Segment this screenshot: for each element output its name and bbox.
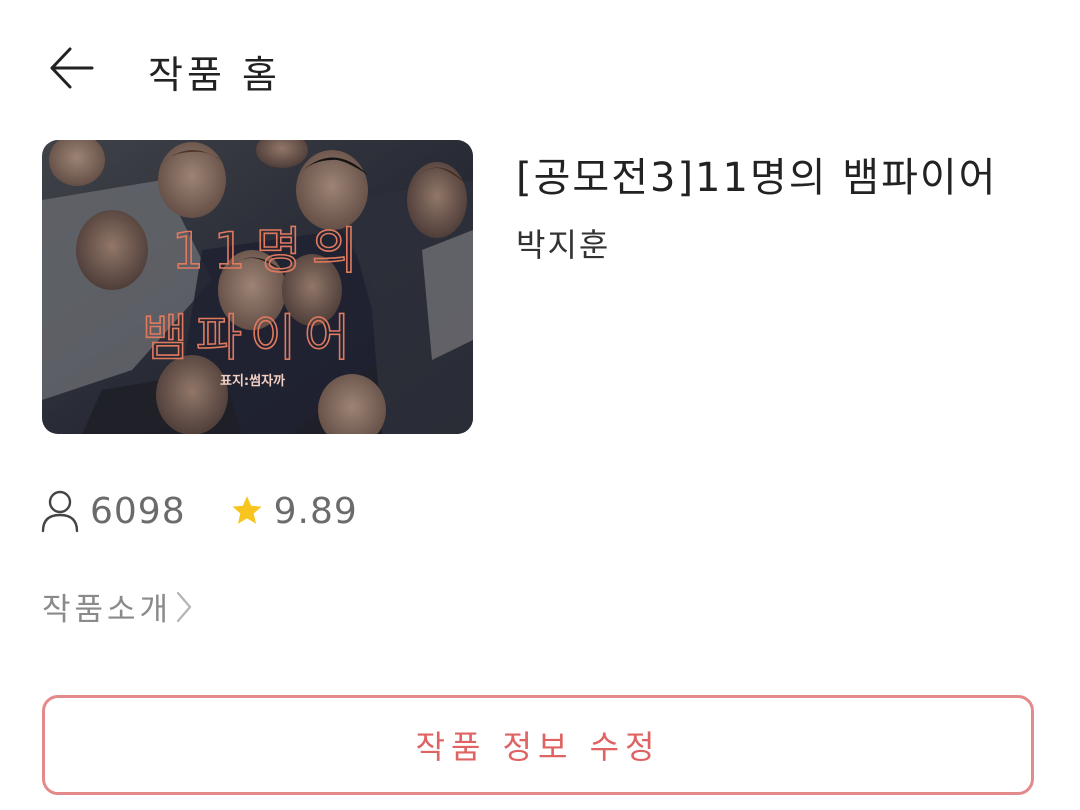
views-stat: 6098 [40, 489, 186, 533]
views-count: 6098 [90, 490, 186, 532]
work-stats: 6098 9.89 [40, 486, 402, 536]
intro-label: 작품소개 [42, 592, 173, 628]
back-button[interactable] [42, 38, 102, 98]
work-intro-link[interactable]: 작품소개 [42, 584, 194, 629]
edit-work-info-label: 작품 정보 수정 [415, 728, 661, 766]
app-header: 작품 홈 [0, 0, 1080, 130]
star-icon [232, 496, 262, 524]
work-home-screen: 작품 홈 11명의 뱀파이어 표지:썸자까 [공모전3]11명의 뱀파이어 박지… [0, 0, 1080, 810]
cover-title-line1: 11명의 [172, 222, 368, 280]
cover-credit: 표지:썸자까 [220, 374, 285, 389]
work-author[interactable]: 박지훈 [516, 220, 610, 266]
cover-title-line2: 뱀파이어 [142, 309, 358, 367]
edit-work-info-button[interactable]: 작품 정보 수정 [42, 695, 1034, 795]
page-title: 작품 홈 [148, 53, 281, 97]
rating-value: 9.89 [273, 490, 358, 532]
rating-stat: 9.89 [230, 491, 358, 532]
person-icon [41, 490, 79, 533]
work-title: [공모전3]11명의 뱀파이어 [516, 155, 998, 201]
arrow-left-icon [50, 47, 94, 89]
chevron-right-icon [176, 591, 192, 622]
work-cover-image[interactable]: 11명의 뱀파이어 표지:썸자까 [42, 140, 473, 434]
